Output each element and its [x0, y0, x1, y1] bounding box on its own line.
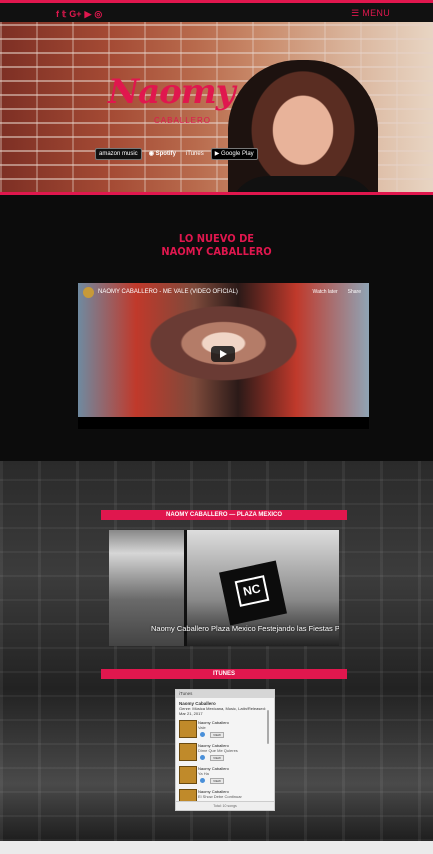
track-title: Vale: [198, 725, 206, 730]
google-play-badge[interactable]: ▶ Google Play: [210, 148, 258, 160]
video-actions: Watch later Share: [313, 289, 361, 295]
album-cover: [179, 766, 197, 784]
track-text: Naomy Caballero El Show Debe Continuar: [198, 789, 242, 799]
view-button[interactable]: VIEW: [210, 778, 224, 784]
track-item[interactable]: Naomy Caballero Ya Ha VIEW: [179, 766, 267, 786]
track-item[interactable]: Naomy Caballero Dime Que Me Quieres VIEW: [179, 743, 267, 763]
track-title: Dime Que Me Quieres: [198, 748, 238, 753]
artist-portrait: [228, 60, 378, 194]
hero-banner: Naomy CABALLERO amazon music ◉ Spotify i…: [0, 22, 433, 194]
view-button[interactable]: VIEW: [210, 732, 224, 738]
play-icon[interactable]: [200, 778, 205, 783]
artist-info: Naomy Caballero Genre: Música Mexicana, …: [176, 698, 274, 719]
track-text: Naomy Caballero Vale: [198, 720, 229, 730]
twitter-icon[interactable]: 𝕥: [62, 9, 66, 19]
gallery-title-band: NAOMY CABALLERO — PLAZA MEXICO: [101, 510, 347, 520]
watch-later-button[interactable]: Watch later: [313, 289, 338, 295]
slide-caption: Naomy Caballero Plaza Mexico Festejando …: [151, 624, 339, 633]
artist-meta: Genre: Música Mexicana, Music, Latin/Rel…: [179, 706, 266, 716]
track-item[interactable]: Naomy Caballero Vale VIEW: [179, 720, 267, 740]
track-text: Naomy Caballero Dime Que Me Quieres: [198, 743, 238, 753]
photo-slider[interactable]: NC Naomy Caballero Plaza Mexico Festejan…: [109, 530, 339, 646]
logo-subtitle: CABALLERO: [154, 116, 212, 125]
news-heading-line2: NAOMY CABALLERO: [161, 245, 272, 258]
logo-script: Naomy: [108, 72, 236, 112]
channel-avatar[interactable]: [83, 287, 94, 298]
track-title: Ya Ha: [198, 771, 209, 776]
top-nav-bar: f 𝕥 G+ ▶ ◎ ☰ MENU: [0, 0, 433, 22]
widget-footer: Total: 10 songs: [176, 801, 274, 810]
hero-divider: [0, 192, 433, 195]
track-text: Naomy Caballero Ya Ha: [198, 766, 229, 776]
widget-header: iTunes: [176, 690, 274, 698]
page-footer: [0, 841, 433, 854]
menu-button[interactable]: ☰ MENU: [351, 8, 390, 19]
news-heading-line1: LO NUEVO DE: [178, 232, 255, 245]
album-cover: [179, 743, 197, 761]
itunes-badge[interactable]: iTunes: [183, 149, 207, 159]
instagram-icon[interactable]: ◎: [94, 9, 102, 19]
artist-logo[interactable]: Naomy CABALLERO: [104, 72, 236, 134]
store-badges: amazon music ◉ Spotify iTunes ▶ Google P…: [95, 148, 258, 160]
track-title: El Show Debe Continuar: [198, 794, 242, 799]
social-links: f 𝕥 G+ ▶ ◎: [56, 9, 102, 19]
spotify-badge[interactable]: ◉ Spotify: [146, 149, 179, 159]
view-button[interactable]: VIEW: [210, 755, 224, 761]
widget-scrollbar[interactable]: [267, 710, 269, 744]
itunes-widget: iTunes Naomy Caballero Genre: Música Mex…: [175, 689, 275, 811]
share-button[interactable]: Share: [348, 289, 361, 295]
play-icon[interactable]: [200, 755, 205, 760]
itunes-title-band: ITUNES: [101, 669, 347, 679]
amazon-music-badge[interactable]: amazon music: [95, 148, 142, 160]
play-icon[interactable]: [200, 732, 205, 737]
google-plus-icon[interactable]: G+: [69, 9, 81, 19]
youtube-video-embed[interactable]: NAOMY CABALLERO - ME VALE (VIDEO OFICIAL…: [78, 283, 369, 429]
youtube-icon[interactable]: ▶: [84, 9, 91, 19]
video-title[interactable]: NAOMY CABALLERO - ME VALE (VIDEO OFICIAL…: [98, 289, 238, 295]
play-icon[interactable]: [211, 346, 235, 362]
album-cover: [179, 720, 197, 738]
facebook-icon[interactable]: f: [56, 9, 59, 19]
